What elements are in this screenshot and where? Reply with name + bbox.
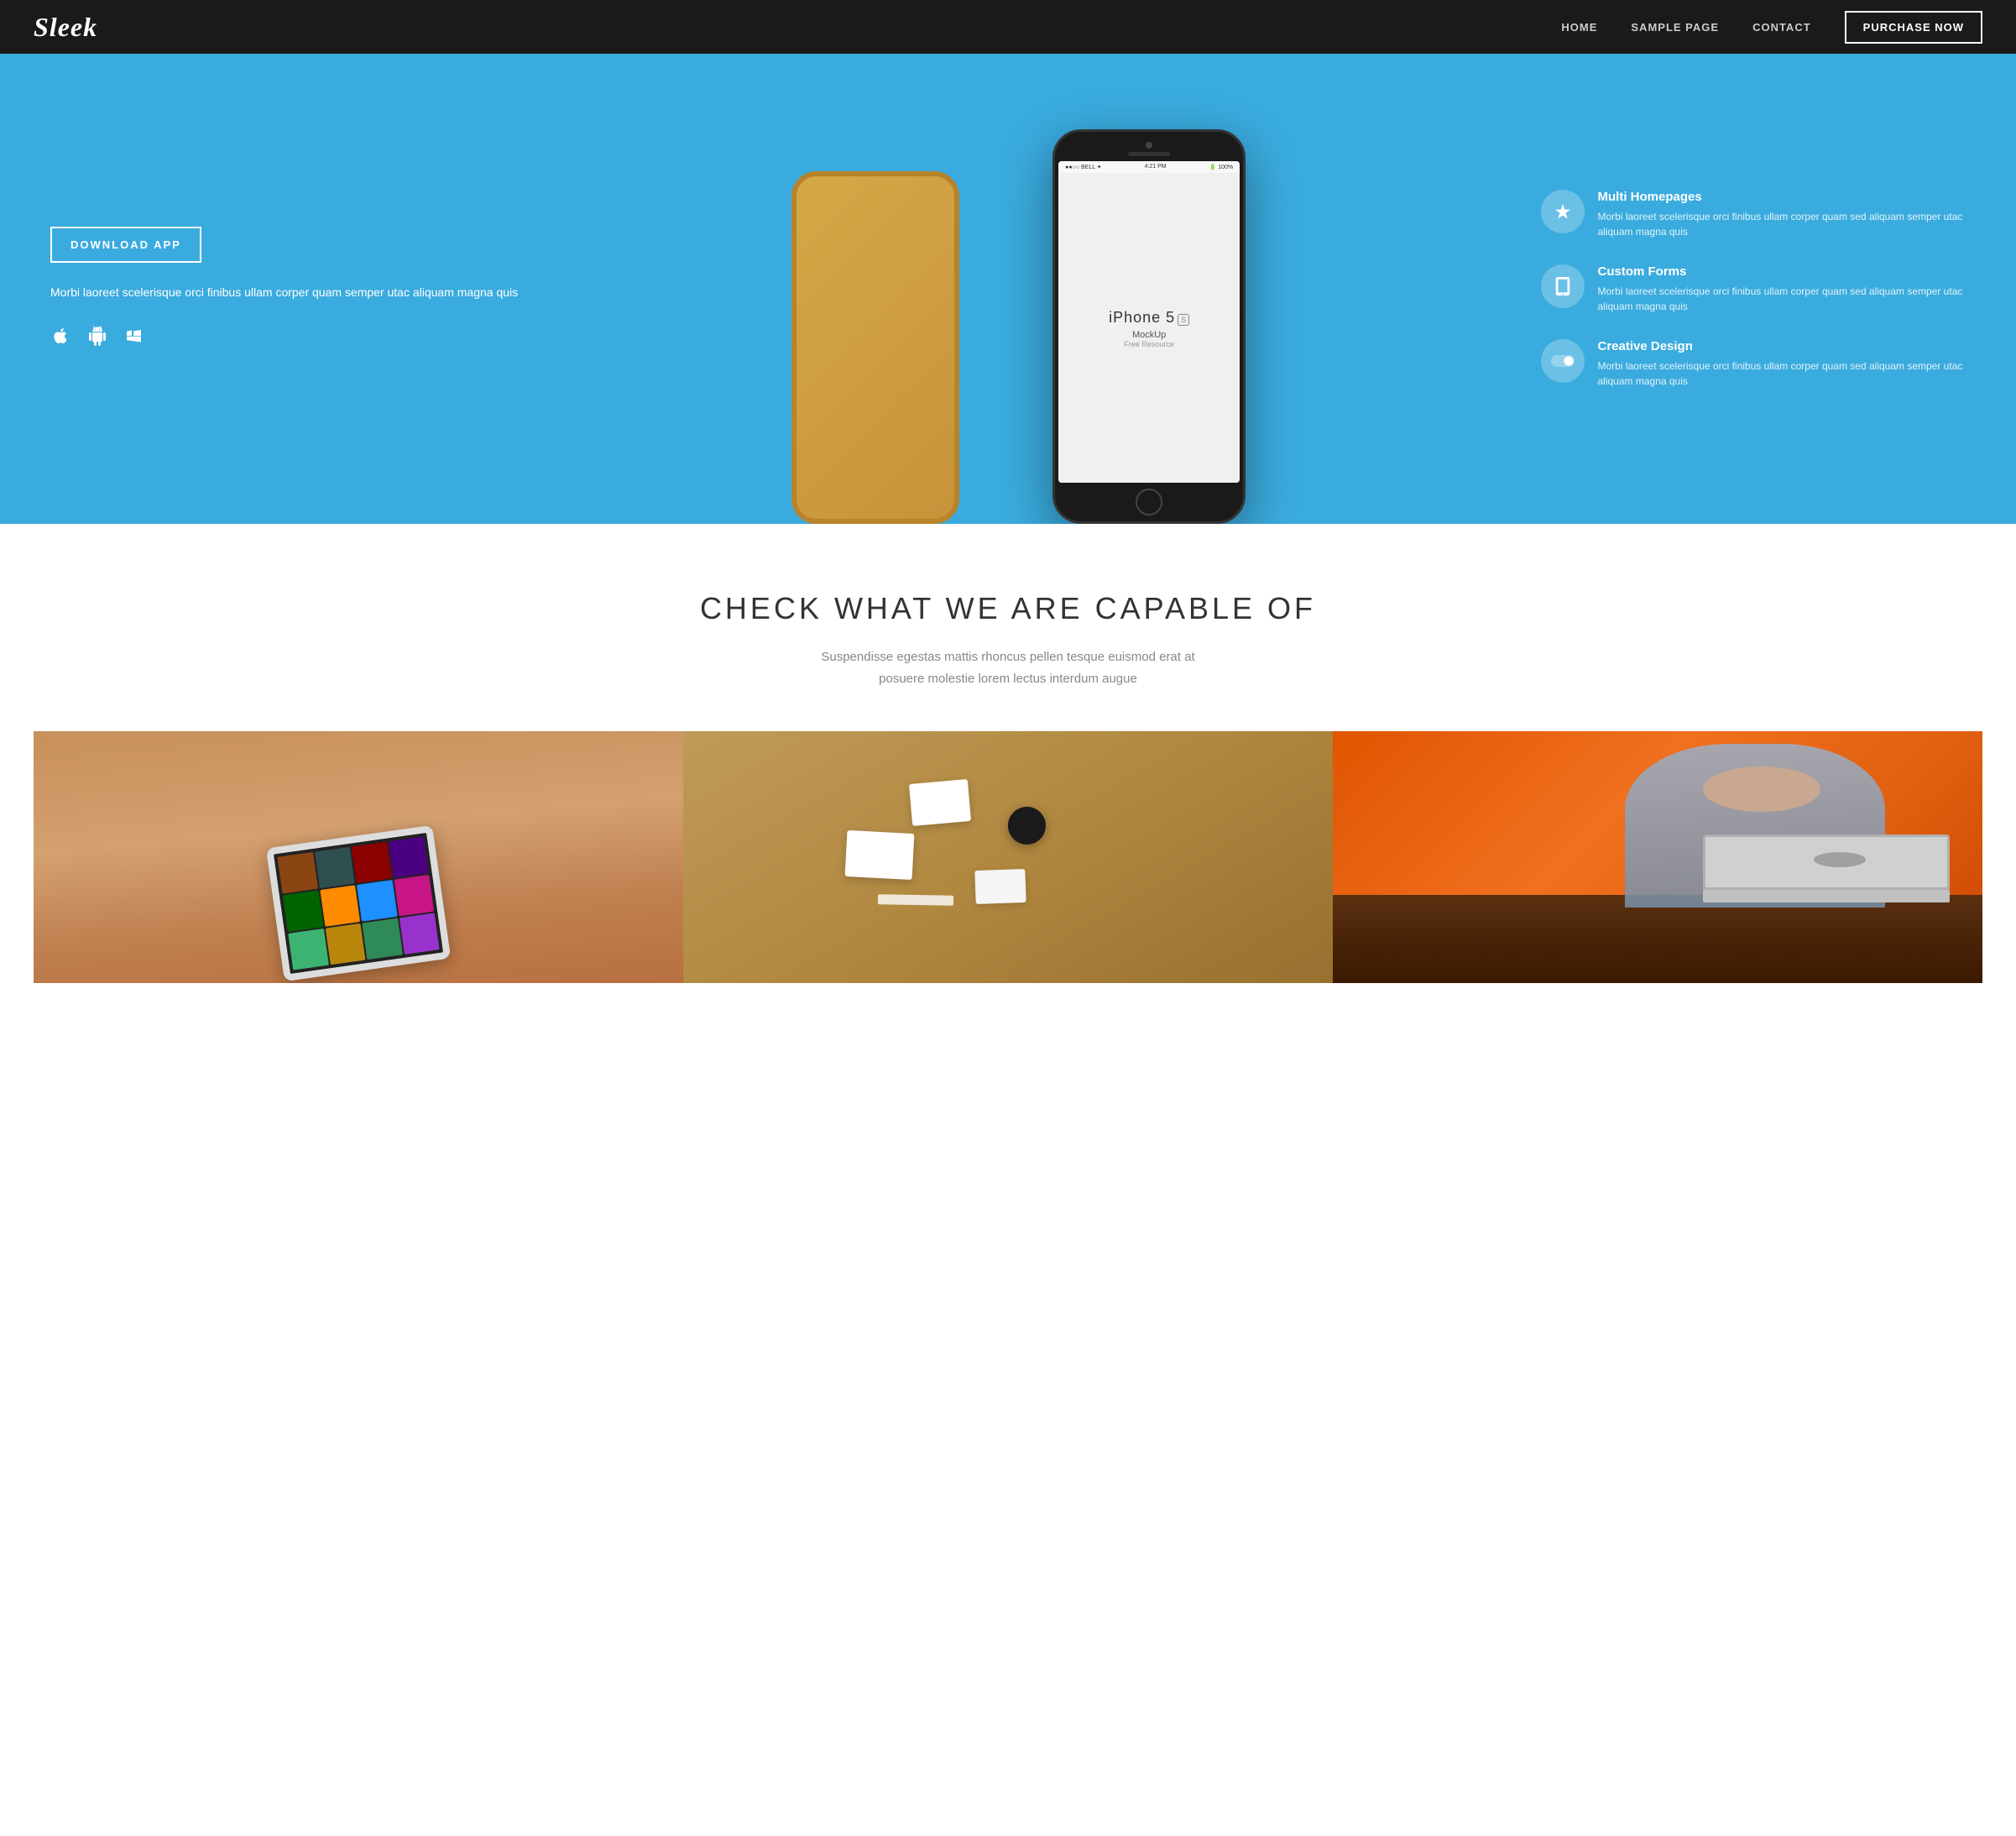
phone-free-label: Free Resource bbox=[1124, 340, 1174, 348]
nav-sample-page[interactable]: SAMPLE PAGE bbox=[1631, 21, 1719, 34]
feature-multi-homepages: Multi Homepages Morbi laoreet scelerisqu… bbox=[1541, 190, 1991, 239]
feature-desc-3: Morbi laoreet scelerisque orci finibus u… bbox=[1598, 358, 1991, 389]
capabilities-title: CHECK WHAT WE ARE CAPABLE OF bbox=[34, 591, 1982, 626]
capabilities-desc-line1: Suspendisse egestas mattis rhoncus pelle… bbox=[34, 646, 1982, 689]
nav-links: HOME SAMPLE PAGE CONTACT PURCHASE NOW bbox=[1561, 11, 1982, 44]
hero-center: ●●○○ BELL ✦ 4:21 PM 🔋 100% iPhone 5 S Mo… bbox=[766, 54, 1533, 524]
phone-mockup-label: MockUp bbox=[1132, 330, 1166, 340]
download-app-button[interactable]: DOWNLOAD APP bbox=[50, 227, 201, 263]
navbar: Sleek HOME SAMPLE PAGE CONTACT PURCHASE … bbox=[0, 0, 2016, 54]
platform-icons bbox=[50, 326, 733, 351]
ios-icon bbox=[50, 326, 71, 351]
feature-title-3: Creative Design bbox=[1598, 339, 1991, 353]
feature-icon-sparkle bbox=[1541, 190, 1585, 233]
phone-badge: S bbox=[1178, 314, 1189, 326]
feature-custom-forms: Custom Forms Morbi laoreet scelerisque o… bbox=[1541, 264, 1991, 314]
card-branding[interactable] bbox=[683, 731, 1333, 983]
phone-time: 4:21 PM bbox=[1145, 164, 1167, 170]
hero-right: Multi Homepages Morbi laoreet scelerisqu… bbox=[1533, 54, 2016, 524]
phone-model: iPhone 5 bbox=[1109, 309, 1175, 327]
nav-contact[interactable]: CONTACT bbox=[1752, 21, 1811, 34]
hero-section: DOWNLOAD APP Morbi laoreet scelerisque o… bbox=[0, 54, 2016, 524]
windows-icon bbox=[124, 326, 144, 351]
phone-carrier: ●●○○ BELL ✦ bbox=[1065, 164, 1102, 170]
card-person[interactable] bbox=[1333, 731, 1982, 983]
hero-description: Morbi laoreet scelerisque orci finibus u… bbox=[50, 283, 733, 301]
nav-home[interactable]: HOME bbox=[1561, 21, 1597, 34]
feature-desc-2: Morbi laoreet scelerisque orci finibus u… bbox=[1598, 284, 1991, 314]
cards-grid bbox=[34, 731, 1982, 983]
logo: Sleek bbox=[34, 12, 97, 43]
feature-icon-toggle bbox=[1541, 339, 1585, 383]
feature-desc-1: Morbi laoreet scelerisque orci finibus u… bbox=[1598, 209, 1991, 239]
feature-title-2: Custom Forms bbox=[1598, 264, 1991, 279]
card-tablet[interactable] bbox=[34, 731, 683, 983]
feature-title-1: Multi Homepages bbox=[1598, 190, 1991, 204]
capabilities-section: CHECK WHAT WE ARE CAPABLE OF Suspendisse… bbox=[0, 524, 2016, 1033]
phone-battery: 🔋 100% bbox=[1209, 164, 1234, 170]
purchase-button[interactable]: PURCHASE NOW bbox=[1845, 11, 1982, 44]
android-icon bbox=[87, 326, 107, 351]
hero-left: DOWNLOAD APP Morbi laoreet scelerisque o… bbox=[0, 54, 766, 524]
feature-creative-design: Creative Design Morbi laoreet scelerisqu… bbox=[1541, 339, 1991, 389]
feature-icon-tablet bbox=[1541, 264, 1585, 308]
